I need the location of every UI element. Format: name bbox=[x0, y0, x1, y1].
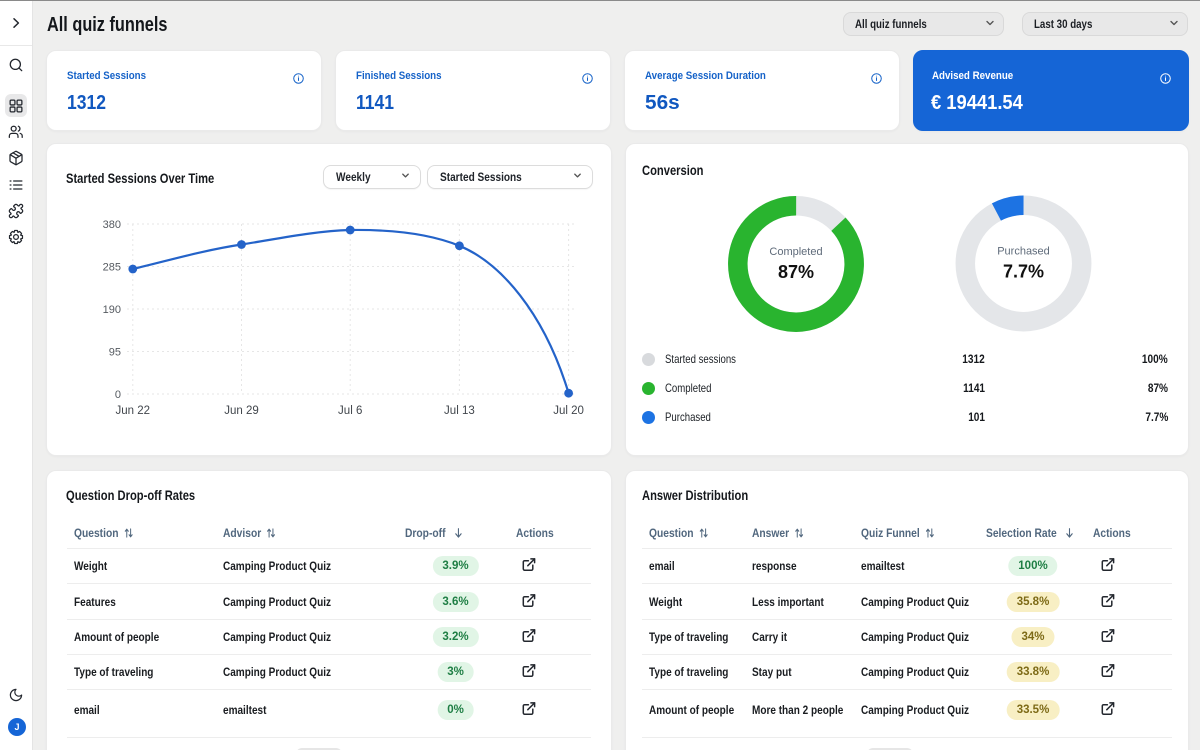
svg-text:0: 0 bbox=[115, 389, 121, 401]
svg-text:Jul 13: Jul 13 bbox=[444, 405, 475, 417]
svg-text:190: 190 bbox=[103, 304, 121, 316]
svg-text:Jun 29: Jun 29 bbox=[224, 405, 259, 417]
svg-text:Jul 20: Jul 20 bbox=[553, 405, 584, 417]
svg-text:95: 95 bbox=[109, 347, 121, 359]
svg-text:Completed: Completed bbox=[769, 246, 822, 258]
svg-text:87%: 87% bbox=[778, 262, 814, 282]
svg-text:Jun 22: Jun 22 bbox=[116, 405, 151, 417]
svg-text:285: 285 bbox=[103, 262, 121, 274]
svg-text:Jul 6: Jul 6 bbox=[338, 405, 362, 417]
svg-text:7.7%: 7.7% bbox=[1003, 262, 1044, 282]
svg-text:Purchased: Purchased bbox=[997, 246, 1050, 258]
svg-text:380: 380 bbox=[103, 219, 121, 231]
